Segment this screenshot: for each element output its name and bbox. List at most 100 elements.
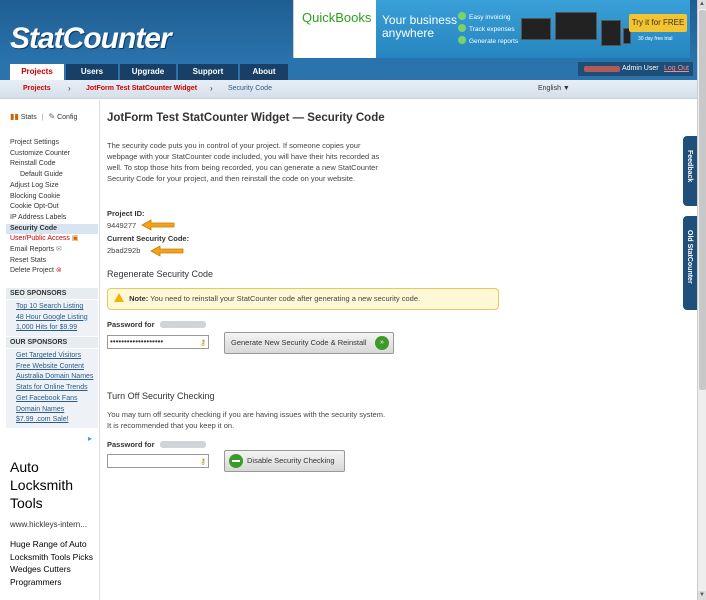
ad-checks: Easy invoicing Track expenses Generate r… bbox=[458, 12, 518, 48]
header: StatCounter QuickBooks Your business any… bbox=[0, 0, 706, 62]
statcounter-logo[interactable]: StatCounter bbox=[10, 22, 172, 56]
turn-off-heading: Turn Off Security Checking bbox=[107, 391, 215, 401]
tab-users[interactable]: Users bbox=[66, 64, 118, 80]
try-free-button[interactable]: Try it for FREE bbox=[629, 14, 687, 32]
seo-sponsors-heading: SEO SPONSORS bbox=[6, 288, 98, 299]
arrow-left-icon bbox=[141, 219, 175, 231]
generate-reinstall-button[interactable]: Generate New Security Code & Reinstall » bbox=[224, 332, 394, 354]
delete-icon: ⊗ bbox=[55, 267, 62, 275]
sidebar-item-ip-address-labels[interactable]: IP Address Labels bbox=[10, 213, 98, 224]
caret-down-icon: ▼ bbox=[562, 85, 570, 92]
logout-link[interactable]: Log Out bbox=[664, 62, 689, 76]
ad-tagline: Your business anywhere bbox=[382, 13, 457, 40]
username-blurred bbox=[160, 321, 206, 328]
sponsor-link[interactable]: 1,000 Hits for $9.99 bbox=[16, 323, 98, 334]
config-link[interactable]: Config bbox=[57, 114, 77, 121]
chevron-right-icon: › bbox=[210, 84, 213, 93]
key-icon: ⚷ bbox=[200, 457, 206, 466]
double-chevron-right-icon: » bbox=[375, 336, 389, 350]
sidebar-item-reset-stats[interactable]: Reset Stats bbox=[10, 256, 98, 267]
check-icon bbox=[458, 12, 466, 20]
sponsor-link[interactable]: $7.99 .com Sale! bbox=[16, 415, 98, 426]
tab-upgrade[interactable]: Upgrade bbox=[120, 64, 176, 80]
lock-icon: ▣ bbox=[71, 235, 79, 243]
admin-bar: Admin User Log Out bbox=[578, 62, 693, 76]
vertical-scrollbar[interactable]: ▲ ▼ bbox=[697, 0, 706, 600]
user-role: Admin User bbox=[622, 65, 659, 72]
sponsor-link[interactable]: Top 10 Search Listing bbox=[16, 302, 98, 313]
turn-off-text: You may turn off security checking if yo… bbox=[107, 410, 386, 430]
sidebar-item-reinstall-code[interactable]: Reinstall Code bbox=[10, 159, 98, 170]
seo-sponsors-list: Top 10 Search Listing 48 Hour Google Lis… bbox=[6, 300, 98, 337]
sidebar-top: ▮▮ Stats | ✎ Config bbox=[10, 112, 78, 121]
sidebar-item-customize-counter[interactable]: Customize Counter bbox=[10, 149, 98, 160]
sidebar-item-email-reports[interactable]: Email Reports ✉ bbox=[10, 245, 98, 256]
sponsor-link[interactable]: Get Targeted Visitors bbox=[16, 351, 98, 362]
ad-url[interactable]: www.hickleys-intern... bbox=[10, 520, 87, 529]
breadcrumb-current: Security Code bbox=[228, 85, 272, 92]
password-label: Password for bbox=[107, 440, 155, 449]
key-icon: ⚷ bbox=[200, 338, 206, 347]
tab-projects[interactable]: Projects bbox=[10, 64, 64, 80]
our-sponsors-heading: OUR SPONSORS bbox=[6, 337, 98, 348]
ad-description: Huge Range of Auto Locksmith Tools Picks… bbox=[10, 539, 93, 587]
sponsor-link[interactable]: Stats for Online Trends bbox=[16, 383, 98, 394]
tab-support[interactable]: Support bbox=[178, 64, 238, 80]
feedback-tab[interactable]: Feedback bbox=[683, 136, 697, 206]
disable-security-button[interactable]: Disable Security Checking bbox=[224, 450, 345, 472]
sidebar-ad[interactable]: ▸ Auto Locksmith Tools www.hickleys-inte… bbox=[0, 430, 99, 600]
minus-circle-icon bbox=[229, 454, 243, 468]
sidebar-item-project-settings[interactable]: Project Settings bbox=[10, 138, 98, 149]
username-blurred bbox=[160, 441, 206, 448]
scroll-up-icon[interactable]: ▲ bbox=[698, 0, 706, 9]
sidebar-item-user-public-access[interactable]: User/Public Access ▣ bbox=[10, 234, 98, 245]
language-select[interactable]: English ▼ bbox=[538, 85, 570, 92]
old-statcounter-tab[interactable]: Old StatCounter bbox=[683, 216, 697, 310]
intro-text: The security code puts you in control of… bbox=[107, 141, 380, 183]
breadcrumb-project[interactable]: JotForm Test StatCounter Widget bbox=[86, 85, 197, 92]
sponsor-link[interactable]: Free Website Content bbox=[16, 362, 98, 373]
sidebar-item-delete-project[interactable]: Delete Project ⊗ bbox=[10, 266, 98, 277]
envelope-icon: ✉ bbox=[55, 246, 62, 254]
quickbooks-brand: QuickBooks bbox=[302, 10, 372, 25]
scrollbar-thumb[interactable] bbox=[699, 10, 706, 390]
sponsor-link[interactable]: 48 Hour Google Listing bbox=[16, 313, 98, 324]
sponsor-link[interactable]: Australia Domain Names bbox=[16, 372, 98, 383]
chevron-right-icon: › bbox=[68, 84, 71, 93]
password-input[interactable]: ••••••••••••••••••• ⚷ bbox=[107, 335, 209, 349]
regenerate-heading: Regenerate Security Code bbox=[107, 269, 214, 279]
scroll-down-icon[interactable]: ▼ bbox=[698, 591, 706, 600]
sidebar-item-security-code[interactable]: Security Code bbox=[6, 223, 98, 235]
quickbooks-ad[interactable]: QuickBooks Your business anywhere Easy i… bbox=[293, 0, 690, 58]
tab-about[interactable]: About bbox=[240, 64, 288, 80]
stats-link[interactable]: Stats bbox=[21, 114, 37, 121]
our-sponsors-list: Get Targeted Visitors Free Website Conte… bbox=[6, 349, 98, 428]
trial-text: 30 day free trial bbox=[638, 36, 673, 42]
sponsor-link[interactable]: Get Facebook Fans bbox=[16, 394, 98, 405]
ad-title[interactable]: Auto Locksmith Tools bbox=[10, 458, 99, 512]
password-input-disable[interactable]: ⚷ bbox=[107, 454, 209, 468]
check-icon bbox=[458, 36, 466, 44]
user-name-blurred bbox=[584, 66, 620, 72]
sidebar-item-adjust-log-size[interactable]: Adjust Log Size bbox=[10, 181, 98, 192]
page-title: JotForm Test StatCounter Widget — Securi… bbox=[107, 112, 385, 124]
project-id-value: 9449277 bbox=[107, 221, 137, 230]
sidebar: ▮▮ Stats | ✎ Config Project Settings Cus… bbox=[0, 100, 100, 600]
security-code-value: 2bad292b bbox=[107, 246, 141, 255]
warning-icon bbox=[114, 293, 124, 302]
bar-chart-icon: ▮▮ bbox=[10, 112, 19, 121]
check-icon bbox=[458, 24, 466, 32]
security-code-label: Current Security Code: bbox=[107, 234, 190, 243]
note-box: Note: You need to reinstall your StatCou… bbox=[107, 288, 499, 310]
password-label: Password for bbox=[107, 320, 155, 329]
sponsor-link[interactable]: Domain Names bbox=[16, 405, 98, 416]
breadcrumb-projects[interactable]: Projects bbox=[23, 85, 51, 92]
devices-image bbox=[521, 10, 631, 48]
arrow-left-icon bbox=[150, 245, 184, 257]
sidebar-item-default-guide[interactable]: Default Guide bbox=[10, 170, 98, 181]
wrench-icon: ✎ bbox=[48, 112, 56, 121]
sidebar-menu: Project Settings Customize Counter Reins… bbox=[6, 138, 98, 277]
sidebar-item-blocking-cookie[interactable]: Blocking Cookie bbox=[10, 192, 98, 203]
sidebar-item-cookie-opt-out[interactable]: Cookie Opt-Out bbox=[10, 202, 98, 213]
adchoices-icon[interactable]: ▸ bbox=[88, 434, 92, 443]
